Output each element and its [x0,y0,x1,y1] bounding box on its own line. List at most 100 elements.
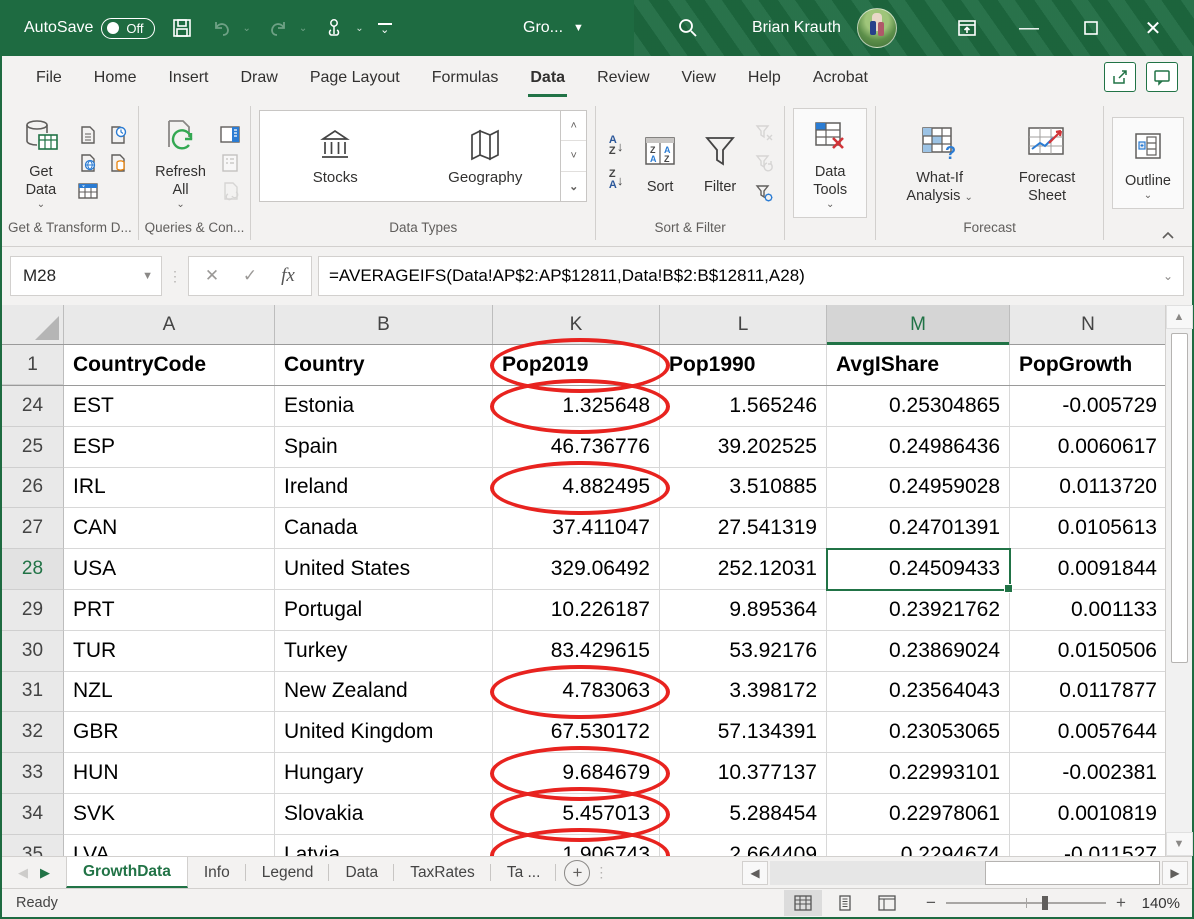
cell-N35[interactable]: -0.011527 [1010,835,1167,856]
gallery-down-icon[interactable]: ˅ [561,141,586,171]
cell-A27[interactable]: CAN [64,508,275,549]
new-sheet-icon[interactable]: + [564,860,590,886]
cell-M25[interactable]: 0.24986436 [827,427,1010,468]
account-name[interactable]: Brian Krauth [752,19,841,37]
cell-N33[interactable]: -0.002381 [1010,753,1167,794]
cell-K24[interactable]: 1.325648 [493,386,660,427]
column-header-l[interactable]: L [660,305,827,344]
row-header-30[interactable]: 30 [2,631,64,672]
undo-icon[interactable] [209,15,235,41]
zoom-level[interactable]: 140% [1132,895,1180,912]
cell-M35[interactable]: 0.2294674 [827,835,1010,856]
recent-sources-icon[interactable] [106,123,130,147]
from-text-icon[interactable] [76,123,100,147]
search-icon[interactable] [676,16,700,40]
cell-A31[interactable]: NZL [64,672,275,713]
cell-A29[interactable]: PRT [64,590,275,631]
row-header-25[interactable]: 25 [2,427,64,468]
cell-L28[interactable]: 252.12031 [660,549,827,590]
close-button[interactable]: ✕ [1122,0,1184,56]
reapply-filter-icon[interactable] [752,151,776,175]
cell-A26[interactable]: IRL [64,468,275,509]
cell-K31[interactable]: 4.783063 [493,672,660,713]
sort-ascending-icon[interactable]: AZ↓ [604,134,628,158]
ribbon-tab-file[interactable]: File [20,56,78,100]
autosave-toggle[interactable]: AutoSave Off [24,18,155,39]
cell-B27[interactable]: Canada [275,508,493,549]
sheet-tab-taxrates[interactable]: TaxRates [394,857,491,888]
row-header-32[interactable]: 32 [2,712,64,753]
zoom-in-icon[interactable]: + [1114,893,1128,913]
cell-A24[interactable]: EST [64,386,275,427]
data-tools-button[interactable]: Data Tools⌄ [793,108,867,219]
collapse-ribbon-icon[interactable] [1160,230,1176,242]
cell-B30[interactable]: Turkey [275,631,493,672]
cell-K25[interactable]: 46.736776 [493,427,660,468]
minimize-button[interactable]: — [998,0,1060,56]
cell-K33[interactable]: 9.684679 [493,753,660,794]
cell-N30[interactable]: 0.0150506 [1010,631,1167,672]
get-data-button[interactable]: Get Data⌄ [10,111,72,216]
select-all-button[interactable] [2,305,64,344]
cell-M31[interactable]: 0.23564043 [827,672,1010,713]
row-header-33[interactable]: 33 [2,753,64,794]
cell-A30[interactable]: TUR [64,631,275,672]
cell-L24[interactable]: 1.565246 [660,386,827,427]
outline-button[interactable]: Outline⌄ [1112,117,1184,210]
normal-view-icon[interactable] [784,890,822,916]
queries-connections-icon[interactable] [218,123,242,147]
cancel-icon[interactable]: ✕ [193,266,231,286]
cell-A25[interactable]: ESP [64,427,275,468]
cell-N24[interactable]: -0.005729 [1010,386,1167,427]
cell-M30[interactable]: 0.23869024 [827,631,1010,672]
cell-M27[interactable]: 0.24701391 [827,508,1010,549]
column-header-m[interactable]: M [827,305,1010,344]
enter-icon[interactable]: ✓ [231,266,269,286]
cell-A34[interactable]: SVK [64,794,275,835]
touch-mode-icon[interactable] [321,15,347,41]
cell-A1[interactable]: CountryCode [64,345,275,385]
sort-descending-icon[interactable]: ZA↓ [604,168,628,192]
row-header-35[interactable]: 35 [2,835,64,856]
hscroll-right-icon[interactable]: ▶ [1162,861,1188,885]
cell-B31[interactable]: New Zealand [275,672,493,713]
filter-button[interactable]: Filter [692,126,748,200]
ribbon-tab-review[interactable]: Review [581,56,665,100]
column-header-a[interactable]: A [64,305,275,344]
hscroll-left-icon[interactable]: ◀ [742,861,768,885]
document-title[interactable]: Gro...▼ [523,19,584,37]
redo-icon[interactable] [265,15,291,41]
cell-A28[interactable]: USA [64,549,275,590]
column-header-n[interactable]: N [1010,305,1167,344]
cell-A33[interactable]: HUN [64,753,275,794]
scroll-up-icon[interactable]: ▲ [1166,305,1193,329]
avatar[interactable] [857,8,897,48]
cell-L1[interactable]: Pop1990 [660,345,827,385]
row-header-26[interactable]: 26 [2,468,64,509]
comments-icon[interactable] [1146,62,1178,92]
undo-dropdown-icon[interactable]: ⌄ [243,23,251,34]
gallery-more-icon[interactable]: ⌄ [561,172,586,201]
edit-links-icon[interactable] [218,179,242,203]
ribbon-tab-formulas[interactable]: Formulas [416,56,515,100]
cell-M33[interactable]: 0.22993101 [827,753,1010,794]
cell-N27[interactable]: 0.0105613 [1010,508,1167,549]
cell-M1[interactable]: AvgIShare [827,345,1010,385]
cell-L26[interactable]: 3.510885 [660,468,827,509]
refresh-all-button[interactable]: Refresh All⌄ [147,111,215,216]
column-header-k[interactable]: K [493,305,660,344]
row-header-24[interactable]: 24 [2,386,64,427]
sheet-tab-truncated[interactable]: Ta ... [491,857,557,888]
cell-L27[interactable]: 27.541319 [660,508,827,549]
sheet-tab-splitter[interactable]: ⋮ [594,870,608,875]
sheet-nav-next-icon[interactable]: ▶ [36,865,54,881]
clear-filter-icon[interactable] [752,121,776,145]
cell-B29[interactable]: Portugal [275,590,493,631]
geography-button[interactable]: Geography [410,111,560,201]
row-header-1[interactable]: 1 [2,345,64,385]
expand-formula-bar-icon[interactable]: ⌄ [1163,269,1173,283]
formula-bar-resize-handle[interactable]: ⋮ [168,274,182,279]
cell-K30[interactable]: 83.429615 [493,631,660,672]
sheet-tab-info[interactable]: Info [188,857,246,888]
ribbon-tab-draw[interactable]: Draw [224,56,293,100]
